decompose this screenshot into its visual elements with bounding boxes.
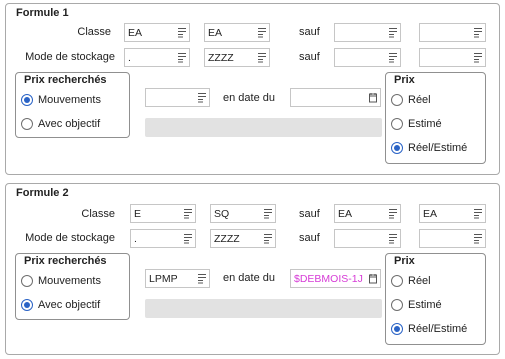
f1-classe-label: Classe xyxy=(77,26,111,38)
f2-stockage-field-1[interactable]: . xyxy=(130,229,196,248)
f2-date-field[interactable]: $DEBMOIS-1J xyxy=(290,269,381,288)
f1-classe-sauf-label: sauf xyxy=(299,26,320,38)
f2-radio-reel-estime[interactable] xyxy=(391,323,403,335)
f2-prix-recherches-title: Prix recherchés xyxy=(24,255,107,267)
f2-reference-field[interactable]: LPMP xyxy=(145,269,210,288)
list-icon[interactable] xyxy=(184,233,192,244)
f2-classe-label: Classe xyxy=(81,208,115,220)
list-icon[interactable] xyxy=(178,52,186,63)
f1-stockage-label: Mode de stockage xyxy=(25,51,115,63)
f1-prix-recherches-title: Prix recherchés xyxy=(24,74,107,86)
list-icon[interactable] xyxy=(474,52,482,63)
f1-classe-field-1[interactable]: EA xyxy=(124,23,190,42)
f2-radio-reel-label[interactable]: Réel xyxy=(408,275,431,287)
f2-classe-field-1[interactable]: E xyxy=(130,204,196,223)
f1-radio-estime[interactable] xyxy=(391,118,403,130)
f1-classe-sauf-field-2[interactable] xyxy=(419,23,486,42)
f2-classe-field-2[interactable]: SQ xyxy=(210,204,276,223)
list-icon[interactable] xyxy=(474,27,482,38)
list-icon[interactable] xyxy=(264,208,272,219)
f2-stockage-field-2[interactable]: ZZZZ xyxy=(210,229,276,248)
f2-stockage-sauf-field-2[interactable] xyxy=(419,229,486,248)
f2-prix-title: Prix xyxy=(394,255,415,267)
f1-prix-title: Prix xyxy=(394,74,415,86)
f1-date-field[interactable] xyxy=(290,88,381,107)
list-icon[interactable] xyxy=(389,52,397,63)
calendar-icon[interactable] xyxy=(369,92,377,103)
f2-radio-mouvements[interactable] xyxy=(21,275,33,287)
f1-radio-avec-objectif[interactable] xyxy=(21,118,33,130)
list-icon[interactable] xyxy=(198,92,206,103)
f1-stockage-field-2[interactable]: ZZZZ xyxy=(204,48,270,67)
f2-radio-estime[interactable] xyxy=(391,299,403,311)
f2-radio-estime-label[interactable]: Estimé xyxy=(408,299,442,311)
f1-stockage-sauf-label: sauf xyxy=(299,51,320,63)
f1-radio-estime-label[interactable]: Estimé xyxy=(408,118,442,130)
f2-radio-reel-estime-label[interactable]: Réel/Estimé xyxy=(408,323,467,335)
f1-classe-sauf-field-1[interactable] xyxy=(334,23,401,42)
f2-classe-sauf-field-1[interactable]: EA xyxy=(334,204,401,223)
f1-radio-reel-estime-label[interactable]: Réel/Estimé xyxy=(408,142,467,154)
list-icon[interactable] xyxy=(258,52,266,63)
list-icon[interactable] xyxy=(258,27,266,38)
list-icon[interactable] xyxy=(474,233,482,244)
f1-stockage-sauf-field-2[interactable] xyxy=(419,48,486,67)
list-icon[interactable] xyxy=(184,208,192,219)
list-icon[interactable] xyxy=(264,233,272,244)
list-icon[interactable] xyxy=(474,208,482,219)
f2-radio-avec-objectif-label[interactable]: Avec objectif xyxy=(38,299,100,311)
list-icon[interactable] xyxy=(389,233,397,244)
f1-reference-field[interactable] xyxy=(145,88,210,107)
list-icon[interactable] xyxy=(198,273,206,284)
f1-disabled-field xyxy=(145,118,382,137)
formule-2-title: Formule 2 xyxy=(16,187,69,199)
f1-radio-avec-objectif-label[interactable]: Avec objectif xyxy=(38,118,100,130)
list-icon[interactable] xyxy=(389,208,397,219)
f1-radio-reel[interactable] xyxy=(391,94,403,106)
f2-disabled-field xyxy=(145,299,382,318)
f2-radio-reel[interactable] xyxy=(391,275,403,287)
f1-radio-mouvements[interactable] xyxy=(21,94,33,106)
f2-classe-sauf-field-2[interactable]: EA xyxy=(419,204,486,223)
f2-stockage-sauf-label: sauf xyxy=(299,232,320,244)
list-icon[interactable] xyxy=(178,27,186,38)
f1-radio-reel-label[interactable]: Réel xyxy=(408,94,431,106)
f2-stockage-sauf-field-1[interactable] xyxy=(334,229,401,248)
calendar-icon[interactable] xyxy=(369,273,377,284)
f2-radio-avec-objectif[interactable] xyxy=(21,299,33,311)
list-icon[interactable] xyxy=(389,27,397,38)
f1-en-date-label: en date du xyxy=(223,92,275,104)
f2-radio-mouvements-label[interactable]: Mouvements xyxy=(38,275,101,287)
f2-en-date-label: en date du xyxy=(223,272,275,284)
f1-radio-reel-estime[interactable] xyxy=(391,142,403,154)
f2-stockage-label: Mode de stockage xyxy=(25,232,115,244)
f2-classe-sauf-label: sauf xyxy=(299,208,320,220)
f1-stockage-field-1[interactable]: . xyxy=(124,48,190,67)
formule-1-title: Formule 1 xyxy=(16,7,69,19)
f1-stockage-sauf-field-1[interactable] xyxy=(334,48,401,67)
f1-classe-field-2[interactable]: EA xyxy=(204,23,270,42)
f1-radio-mouvements-label[interactable]: Mouvements xyxy=(38,94,101,106)
